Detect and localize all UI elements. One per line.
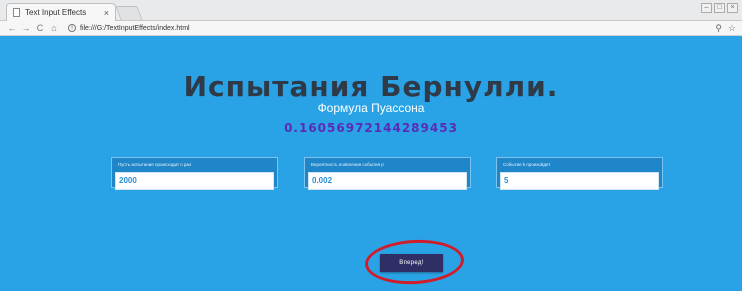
home-icon[interactable]: ⌂	[48, 23, 60, 33]
field-events-k: Событие k произойдет	[496, 157, 663, 190]
address-bar: ← → C ⌂ i file:///G:/TextInputEffects/in…	[0, 21, 742, 36]
tab-title: Text Input Effects	[25, 8, 87, 17]
minimize-icon[interactable]: –	[701, 3, 712, 13]
close-window-icon[interactable]: ×	[727, 3, 738, 13]
events-k-input[interactable]	[500, 171, 659, 190]
page-subtitle: Формула Пуассона	[317, 101, 425, 115]
result-value: 0.16056972144289453	[284, 121, 458, 135]
tab-bar: Text Input Effects × – □ ×	[0, 0, 742, 21]
page-icon	[13, 8, 20, 17]
url-text: file:///G:/TextInputEffects/index.html	[80, 24, 190, 32]
field-label: Событие k произойдет	[503, 162, 551, 167]
tab-close-icon[interactable]: ×	[104, 8, 109, 18]
address-bar-actions: ⚲ ☆	[715, 23, 736, 34]
trials-n-input[interactable]	[115, 171, 274, 190]
probability-p-input[interactable]	[308, 171, 467, 190]
forward-icon[interactable]: →	[20, 23, 32, 33]
reload-icon[interactable]: C	[34, 23, 46, 33]
browser-tab[interactable]: Text Input Effects ×	[6, 3, 116, 21]
go-button[interactable]: Вперед!	[380, 254, 443, 272]
zoom-icon[interactable]: ⚲	[715, 23, 722, 34]
field-trials-n: Пусть испытание происходит n раз	[111, 157, 278, 190]
info-icon[interactable]: i	[68, 24, 76, 32]
bookmark-star-icon[interactable]: ☆	[728, 23, 736, 34]
page-content: Испытания Бернулли. Формула Пуассона 0.1…	[0, 37, 742, 291]
url-field[interactable]: i file:///G:/TextInputEffects/index.html	[68, 24, 190, 32]
field-label: Вероятность появления события p	[311, 162, 384, 167]
page-title: Испытания Бернулли.	[183, 70, 559, 103]
new-tab-button[interactable]	[115, 6, 143, 20]
back-icon[interactable]: ←	[6, 23, 18, 33]
field-probability-p: Вероятность появления события p	[304, 157, 471, 190]
window-controls: – □ ×	[701, 3, 738, 13]
field-label: Пусть испытание происходит n раз	[118, 162, 192, 167]
maximize-icon[interactable]: □	[714, 3, 725, 13]
